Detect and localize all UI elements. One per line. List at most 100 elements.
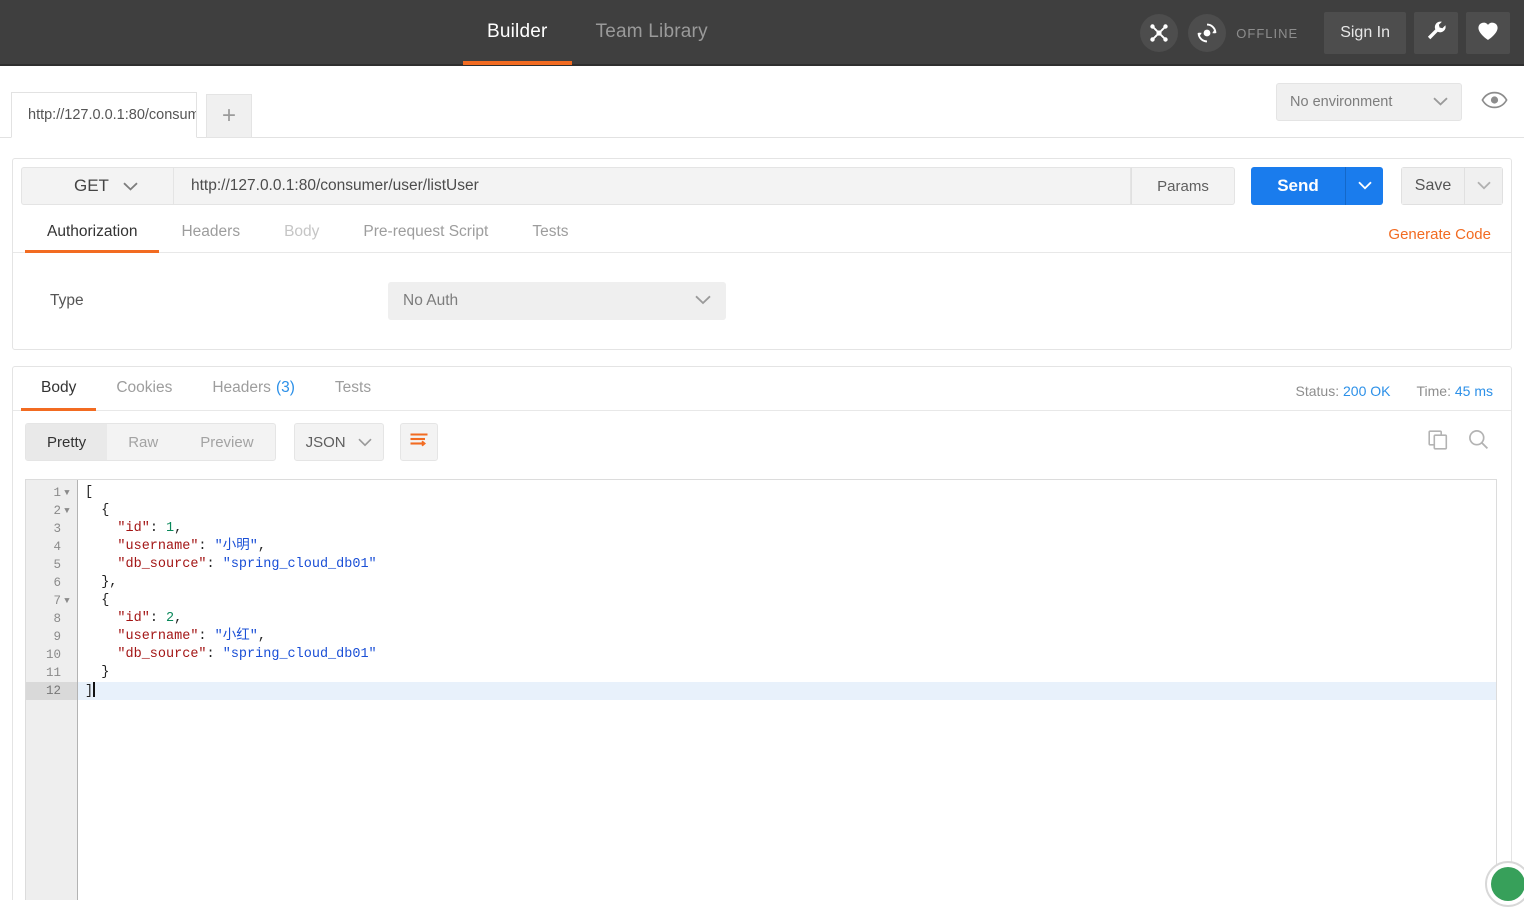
- http-method-label: GET: [74, 176, 109, 195]
- copy-button[interactable]: [1428, 429, 1448, 455]
- code-line: ]: [78, 682, 1496, 700]
- response-tab-cookies[interactable]: Cookies: [96, 366, 192, 410]
- time-badge: Time: 45 ms: [1417, 383, 1494, 399]
- format-preview-button[interactable]: Preview: [179, 424, 274, 460]
- response-tab-headers-label: Headers: [212, 379, 271, 396]
- word-wrap-icon: [409, 432, 429, 453]
- response-tab-headers[interactable]: Headers (3): [192, 366, 315, 410]
- gutter-line-number: 3: [53, 522, 61, 536]
- request-tab-label: http://127.0.0.1:80/consumer/user/listUs…: [28, 107, 197, 123]
- plus-icon: +: [221, 102, 236, 129]
- status-value: 200 OK: [1343, 383, 1391, 399]
- code-line: {: [101, 503, 110, 518]
- response-language-select[interactable]: JSON: [293, 423, 384, 461]
- request-tab-body[interactable]: Body: [262, 212, 341, 252]
- response-body-editor[interactable]: 1▼2▼3▼4▼5▼6▼7▼8▼9▼10▼11▼12▼ [ { "id": 1,…: [25, 479, 1497, 900]
- gutter-line-number: 4: [53, 540, 61, 554]
- auth-type-label: Type: [50, 292, 84, 309]
- header-tab-team-library-label: Team Library: [595, 21, 708, 42]
- fold-arrow-icon[interactable]: ▼: [61, 596, 73, 606]
- settings-button[interactable]: [1414, 12, 1458, 54]
- header-tab-builder[interactable]: Builder: [463, 0, 572, 65]
- format-raw-button[interactable]: Raw: [107, 424, 179, 460]
- params-label: Params: [1157, 177, 1209, 195]
- http-method-select[interactable]: GET: [21, 167, 173, 205]
- interceptor-icon[interactable]: [1140, 14, 1179, 52]
- gutter-line-number: 9: [53, 630, 61, 644]
- format-raw-label: Raw: [128, 433, 159, 451]
- code-line: },: [101, 575, 118, 590]
- environment-select[interactable]: No environment: [1276, 83, 1462, 121]
- save-label: Save: [1414, 177, 1452, 194]
- request-tab-active[interactable]: http://127.0.0.1:80/consumer/user/listUs…: [11, 92, 197, 138]
- request-tab-headers[interactable]: Headers: [159, 212, 262, 252]
- code-line: [: [85, 485, 94, 500]
- environment-controls: No environment: [1276, 66, 1524, 138]
- response-language-label: JSON: [305, 433, 346, 451]
- code-line: "db_source": "spring_cloud_db01": [117, 557, 377, 572]
- search-button[interactable]: [1468, 429, 1489, 455]
- chevron-down-icon: [1357, 177, 1372, 195]
- gutter-line: 8▼: [26, 610, 77, 628]
- app-header: Builder Team Library OFFLINE Sign In: [0, 0, 1524, 66]
- code-line: "id": 1,: [117, 521, 183, 536]
- sign-in-label: Sign In: [1340, 24, 1390, 41]
- send-button[interactable]: Send: [1251, 167, 1345, 205]
- status-label: Status:: [1295, 383, 1340, 399]
- auth-type-select[interactable]: No Auth: [388, 282, 726, 320]
- send-label: Send: [1277, 176, 1319, 195]
- editor-code[interactable]: [ { "id": 1, "username": "小明", "db_sourc…: [78, 480, 1496, 900]
- save-options-button[interactable]: [1464, 167, 1503, 205]
- request-tab-tests-label: Tests: [532, 223, 569, 240]
- header-tab-team-library[interactable]: Team Library: [572, 0, 732, 65]
- url-input[interactable]: http://127.0.0.1:80/consumer/user/listUs…: [173, 167, 1131, 205]
- gutter-line-number: 6: [53, 576, 61, 590]
- gutter-line-number: 7: [53, 594, 61, 608]
- favorites-button[interactable]: [1466, 12, 1510, 54]
- code-line: {: [101, 593, 110, 608]
- request-tab-pre-request-script[interactable]: Pre-request Script: [341, 212, 510, 252]
- response-meta: Status: 200 OK Time: 45 ms: [1296, 383, 1493, 399]
- gutter-line-number: 8: [53, 612, 61, 626]
- environment-quick-look-button[interactable]: [1472, 83, 1516, 121]
- gutter-line: 4▼: [26, 538, 77, 556]
- response-tab-body[interactable]: Body: [21, 366, 97, 411]
- editor-gutter: 1▼2▼3▼4▼5▼6▼7▼8▼9▼10▼11▼12▼: [26, 480, 78, 900]
- format-pretty-button[interactable]: Pretty: [26, 424, 108, 460]
- save-button[interactable]: Save: [1401, 167, 1464, 205]
- gutter-line-number: 5: [53, 558, 61, 572]
- sync-status-icon[interactable]: [1188, 14, 1227, 52]
- new-tab-button[interactable]: +: [206, 94, 252, 138]
- response-panel: Body Cookies Headers (3) Tests Status: 2…: [12, 366, 1524, 907]
- gutter-line-number: 2: [53, 504, 61, 518]
- response-headers-count: (3): [275, 379, 295, 396]
- request-tab-tests[interactable]: Tests: [510, 212, 590, 252]
- chevron-down-icon: [695, 292, 711, 310]
- word-wrap-toggle[interactable]: [399, 423, 438, 461]
- request-panel: GET http://127.0.0.1:80/consumer/user/li…: [12, 158, 1512, 350]
- format-pretty-label: Pretty: [47, 433, 87, 451]
- gutter-line: 9▼: [26, 628, 77, 646]
- response-tab-tests[interactable]: Tests: [315, 366, 391, 410]
- fold-arrow-icon[interactable]: ▼: [61, 488, 73, 498]
- request-tabs: http://127.0.0.1:80/consumer/user/listUs…: [11, 91, 252, 138]
- chevron-down-icon: [357, 434, 372, 451]
- request-tab-authorization[interactable]: Authorization: [25, 212, 160, 253]
- generate-code-link[interactable]: Generate Code: [1388, 226, 1491, 243]
- sign-in-button[interactable]: Sign In: [1324, 12, 1406, 54]
- auth-type-value: No Auth: [403, 292, 459, 309]
- response-tab-cookies-label: Cookies: [116, 379, 173, 396]
- gutter-line: 3▼: [26, 520, 77, 538]
- gutter-line: 1 ▼: [26, 484, 77, 502]
- send-options-button[interactable]: [1345, 167, 1383, 205]
- format-preview-label: Preview: [200, 433, 254, 451]
- gutter-line-number: 10: [45, 648, 61, 662]
- params-button[interactable]: Params: [1131, 167, 1235, 205]
- response-toolbar: Pretty Raw Preview JSON: [13, 411, 1511, 473]
- copy-icon: [1428, 429, 1448, 455]
- help-bubble-button[interactable]: [1485, 861, 1524, 907]
- request-tab-pre-request-script-label: Pre-request Script: [363, 223, 489, 240]
- fold-arrow-icon[interactable]: ▼: [61, 506, 73, 516]
- header-tab-builder-label: Builder: [487, 21, 548, 42]
- gutter-line: 11▼: [26, 664, 77, 682]
